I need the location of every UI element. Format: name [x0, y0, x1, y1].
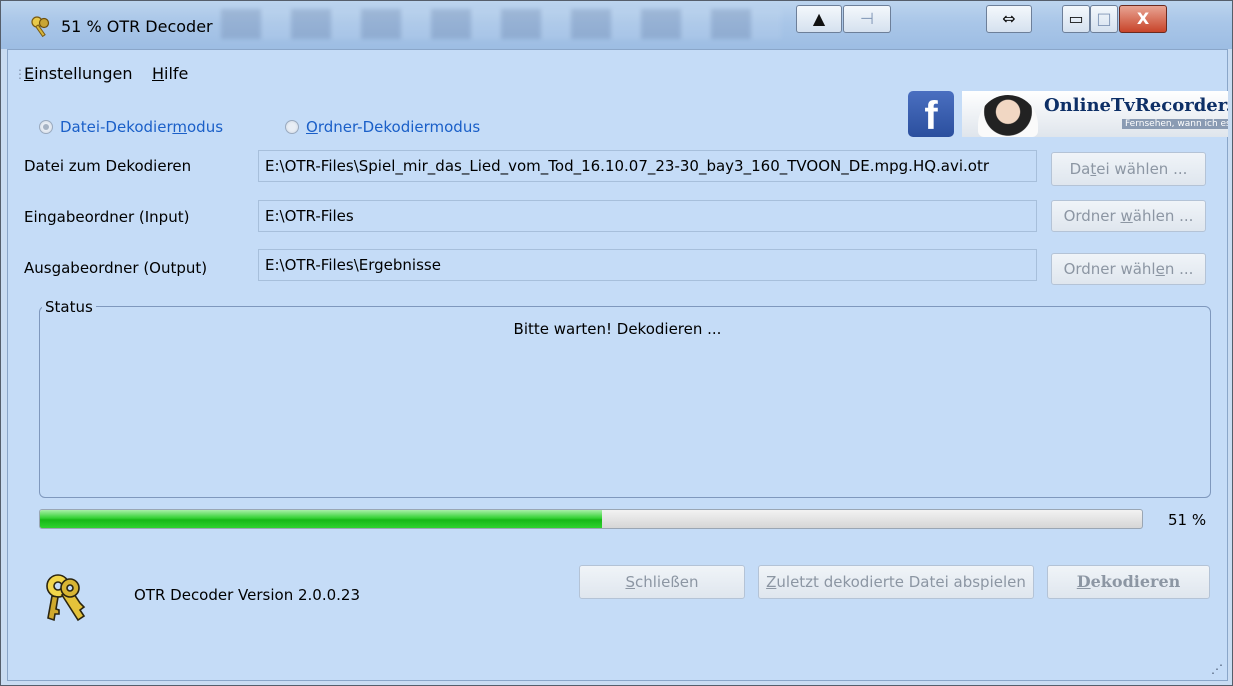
- decode-button[interactable]: Dekodieren: [1047, 565, 1210, 599]
- output-folder-label: Ausgabeordner (Output): [24, 259, 208, 277]
- radio-file-mode-label: Datei-Dekodiermodus: [60, 118, 224, 136]
- choose-file-button[interactable]: Datei wählen ...: [1051, 152, 1206, 186]
- otr-brand-name: OnlineTvRecorder.com: [1044, 95, 1228, 116]
- status-group-legend: Status: [42, 298, 96, 316]
- otr-slogan: Fernsehen, wann ich es will: [1122, 119, 1228, 129]
- file-label: Datei zum Dekodieren: [24, 157, 192, 175]
- scroll-up-button[interactable]: ▲: [796, 5, 842, 33]
- progress-fill: [40, 510, 603, 528]
- choose-output-folder-button[interactable]: Ordner wählen ...: [1051, 253, 1206, 285]
- decode-progress-bar: [39, 509, 1143, 529]
- play-last-file-button[interactable]: Zuletzt dekodierte Datei abspielen: [758, 565, 1034, 599]
- radio-folder-mode-label: Ordner-Dekodiermodus: [306, 118, 481, 136]
- otr-decoder-window: 51 % OTR Decoder ▲ ⊣ ⇔ ▭ □ X ⋮ Einstellu…: [0, 0, 1233, 686]
- banner-person-image: [978, 95, 1038, 137]
- maximize-button[interactable]: □: [1090, 5, 1118, 33]
- client-area: ⋮ Einstellungen Hilfe Datei-Dekodiermodu…: [7, 49, 1228, 681]
- resize-grip-icon[interactable]: ⋰: [1211, 662, 1223, 676]
- output-folder-field[interactable]: E:\OTR-Files\Ergebnisse: [258, 249, 1037, 281]
- radio-checked-icon: [39, 120, 53, 134]
- choose-input-folder-button[interactable]: Ordner wählen ...: [1051, 200, 1206, 232]
- resize-arrows-button[interactable]: ⇔: [986, 5, 1032, 33]
- file-path-field[interactable]: E:\OTR-Files\Spiel_mir_das_Lied_vom_Tod_…: [258, 150, 1037, 182]
- close-window-button[interactable]: X: [1119, 5, 1167, 33]
- facebook-logo-link[interactable]: f: [908, 91, 954, 138]
- input-folder-field[interactable]: E:\OTR-Files: [258, 200, 1037, 232]
- radio-file-mode[interactable]: Datei-Dekodiermodus: [39, 118, 223, 136]
- version-label: OTR Decoder Version 2.0.0.23: [134, 586, 360, 604]
- window-title: 51 % OTR Decoder: [61, 17, 213, 36]
- status-message: Bitte warten! Dekodieren ...: [513, 320, 722, 338]
- close-button[interactable]: Schließen: [579, 565, 745, 599]
- input-folder-label: Eingabeordner (Input): [24, 208, 190, 226]
- minimize-button[interactable]: ▭: [1062, 5, 1090, 33]
- title-bar-background-blur: [221, 9, 781, 39]
- menu-hilfe[interactable]: Hilfe: [152, 64, 188, 83]
- keys-logo-icon: [46, 574, 86, 622]
- radio-folder-mode[interactable]: Ordner-Dekodiermodus: [285, 118, 480, 136]
- radio-unchecked-icon: [285, 120, 299, 134]
- title-bar[interactable]: 51 % OTR Decoder ▲ ⊣ ⇔ ▭ □ X: [1, 1, 1232, 49]
- pin-button[interactable]: ⊣: [843, 5, 891, 33]
- otr-banner-link[interactable]: OnlineTvRecorder.com Fernsehen, wann ich…: [962, 91, 1228, 137]
- progress-percent: 51 %: [1168, 511, 1207, 529]
- menu-einstellungen[interactable]: Einstellungen: [24, 64, 132, 83]
- keys-app-icon: [31, 16, 50, 38]
- menu-bar: ⋮ Einstellungen Hilfe: [8, 50, 1227, 90]
